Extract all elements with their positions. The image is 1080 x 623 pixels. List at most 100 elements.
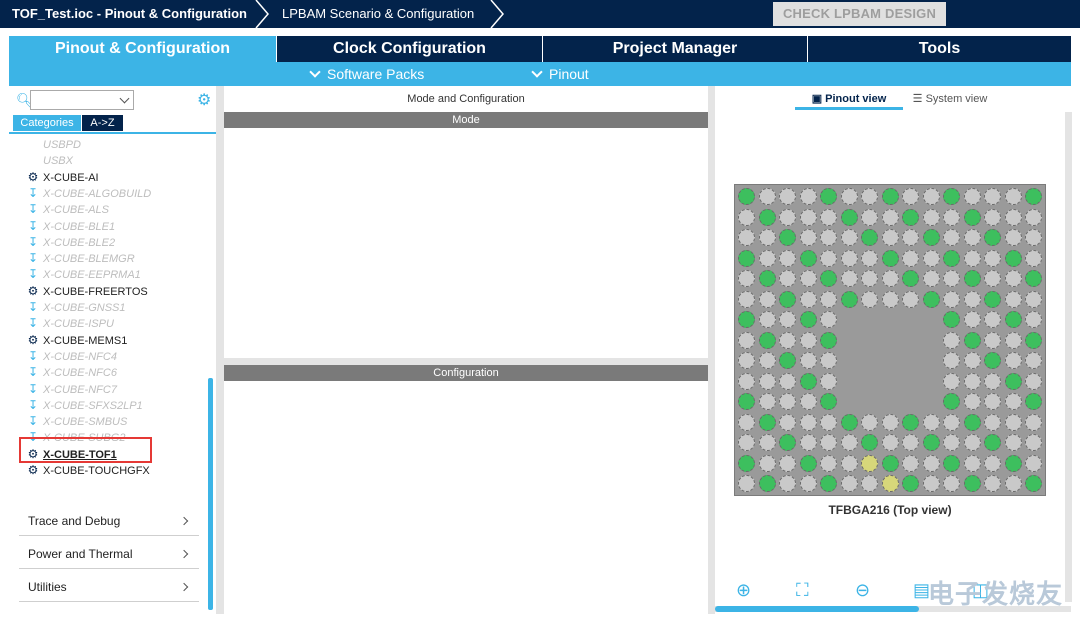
pin[interactable] xyxy=(758,352,776,369)
pin[interactable] xyxy=(779,229,796,246)
pin[interactable] xyxy=(1004,454,1022,472)
pin[interactable] xyxy=(840,434,858,451)
pin[interactable] xyxy=(799,475,817,492)
pin[interactable] xyxy=(861,208,878,226)
pin[interactable] xyxy=(1025,208,1042,226)
list-item[interactable]: ↧ X-CUBE-SMBUS xyxy=(27,413,127,429)
pin[interactable] xyxy=(922,413,940,431)
pin[interactable] xyxy=(902,454,919,472)
pin[interactable] xyxy=(820,413,837,431)
list-item[interactable]: ↧ X-CUBE-EEPRMA1 xyxy=(27,266,141,282)
pin[interactable] xyxy=(779,352,796,369)
pin[interactable] xyxy=(881,229,899,246)
pin[interactable] xyxy=(922,229,940,246)
pin[interactable] xyxy=(984,475,1001,492)
pin[interactable] xyxy=(738,188,755,205)
pin[interactable] xyxy=(799,393,817,410)
pin[interactable] xyxy=(861,270,878,287)
pin[interactable] xyxy=(861,434,878,451)
section-power-and-thermal[interactable]: Power and Thermal xyxy=(19,541,199,569)
tab-project-manager[interactable]: Project Manager xyxy=(542,36,807,62)
pin[interactable] xyxy=(758,249,776,267)
pin[interactable] xyxy=(943,331,960,349)
pin[interactable] xyxy=(902,290,919,308)
pin[interactable] xyxy=(820,352,837,369)
pin[interactable] xyxy=(758,208,776,226)
pin[interactable] xyxy=(738,270,755,287)
pin[interactable] xyxy=(984,413,1001,431)
pin[interactable] xyxy=(820,475,837,492)
list-item[interactable]: ↧ X-CUBE-NFC6 xyxy=(27,364,117,380)
pin[interactable] xyxy=(799,331,817,349)
pin[interactable] xyxy=(984,311,1001,328)
pin[interactable] xyxy=(881,434,899,451)
list-item[interactable]: ↧ X-CUBE-BLEMGR xyxy=(27,250,135,266)
pin[interactable] xyxy=(943,249,960,267)
pin[interactable] xyxy=(1004,413,1022,431)
list-scrollbar[interactable] xyxy=(208,378,213,610)
pin[interactable] xyxy=(922,270,940,287)
pin[interactable] xyxy=(779,208,796,226)
pin[interactable] xyxy=(840,270,858,287)
pin[interactable] xyxy=(779,393,796,410)
pin[interactable] xyxy=(820,290,837,308)
pin[interactable] xyxy=(758,270,776,287)
pin[interactable] xyxy=(943,311,960,328)
pin[interactable] xyxy=(820,270,837,287)
pin[interactable] xyxy=(943,434,960,451)
pin[interactable] xyxy=(963,208,981,226)
pin[interactable] xyxy=(943,413,960,431)
pin[interactable] xyxy=(881,475,899,492)
tab-a-z[interactable]: A->Z xyxy=(82,115,123,131)
list-item[interactable]: ↧ X-CUBE-BLE1 xyxy=(27,218,115,234)
pin[interactable] xyxy=(840,188,858,205)
left-splitter[interactable] xyxy=(216,86,224,614)
pin[interactable] xyxy=(984,454,1001,472)
pin[interactable] xyxy=(943,352,960,369)
check-lpbam-design-button[interactable]: CHECK LPBAM DESIGN xyxy=(773,2,946,26)
pin[interactable] xyxy=(984,434,1001,451)
breadcrumb-file[interactable]: TOF_Test.ioc - Pinout & Configuration xyxy=(12,0,247,28)
pin[interactable] xyxy=(922,475,940,492)
pin[interactable] xyxy=(943,290,960,308)
pin[interactable] xyxy=(943,393,960,410)
pin[interactable] xyxy=(758,372,776,390)
pin[interactable] xyxy=(922,434,940,451)
search-input[interactable] xyxy=(30,90,134,110)
list-item[interactable]: ↧ X-CUBE-ALS xyxy=(27,201,109,217)
pin[interactable] xyxy=(861,229,878,246)
pin[interactable] xyxy=(984,229,1001,246)
pin[interactable] xyxy=(840,208,858,226)
pin[interactable] xyxy=(758,413,776,431)
pin[interactable] xyxy=(1025,475,1042,492)
pin[interactable] xyxy=(799,454,817,472)
pin[interactable] xyxy=(738,249,755,267)
pin[interactable] xyxy=(738,372,755,390)
pin[interactable] xyxy=(820,188,837,205)
pin[interactable] xyxy=(1004,393,1022,410)
pin[interactable] xyxy=(984,249,1001,267)
pin[interactable] xyxy=(840,454,858,472)
software-packs-menu[interactable]: Software Packs xyxy=(309,62,424,86)
pin[interactable] xyxy=(799,229,817,246)
pin[interactable] xyxy=(963,434,981,451)
pin[interactable] xyxy=(799,352,817,369)
pin[interactable] xyxy=(963,372,981,390)
pin[interactable] xyxy=(799,290,817,308)
pin[interactable] xyxy=(840,290,858,308)
zoom-out-icon[interactable]: ⊖ xyxy=(855,580,870,601)
pin[interactable] xyxy=(984,290,1001,308)
pin[interactable] xyxy=(779,270,796,287)
pin[interactable] xyxy=(943,454,960,472)
gear-icon[interactable]: ⚙ xyxy=(197,90,211,110)
pin[interactable] xyxy=(984,331,1001,349)
pin[interactable] xyxy=(779,188,796,205)
pin[interactable] xyxy=(902,434,919,451)
tab-clock-configuration[interactable]: Clock Configuration xyxy=(276,36,542,62)
pin[interactable] xyxy=(1025,188,1042,205)
pin[interactable] xyxy=(881,249,899,267)
pin[interactable] xyxy=(984,352,1001,369)
pin[interactable] xyxy=(840,475,858,492)
list-item[interactable]: ⚙ X-CUBE-FREERTOS xyxy=(27,283,148,299)
pin[interactable] xyxy=(738,229,755,246)
